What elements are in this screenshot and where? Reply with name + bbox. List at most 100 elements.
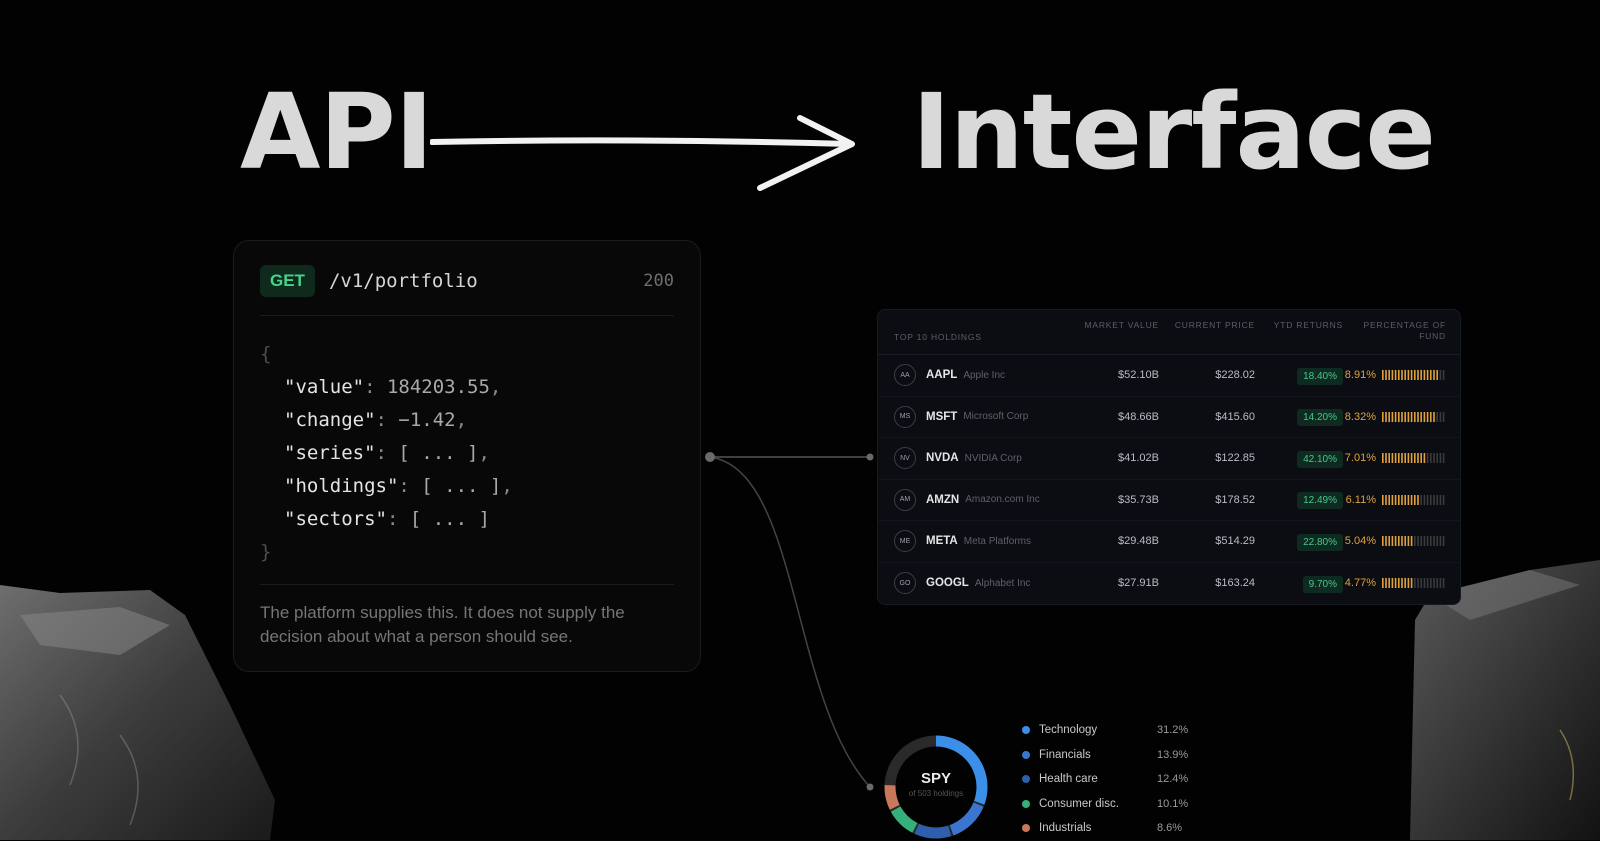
pct-bar-tick-filled — [1385, 494, 1387, 505]
header-current-price: CURRENT PRICE — [1174, 320, 1255, 330]
ticker-symbol: AAPL — [926, 369, 958, 382]
pct-of-fund: 7.01% — [1344, 452, 1376, 465]
json-punctuation: , — [501, 475, 513, 497]
api-response-card: GET /v1/portfolio 200 { "value": 184203.… — [233, 240, 701, 672]
pct-bar-tick-empty — [1439, 411, 1442, 422]
company-name: Amazon.com Inc — [965, 494, 1040, 506]
pct-bar-tick-filled — [1401, 578, 1403, 589]
pct-of-fund: 6.11% — [1345, 493, 1376, 506]
table-row[interactable]: AM AMZN Amazon.com Inc $35.73B $178.52 12.49%… — [878, 480, 1460, 521]
pct-bar-tick-filled — [1391, 411, 1394, 422]
pct-bar-tick-filled — [1398, 578, 1400, 589]
pct-bar-tick-empty — [1426, 453, 1429, 464]
pct-bar-tick-filled — [1426, 411, 1429, 422]
holding-name-cell: GO GOOGL Alphabet Inc — [894, 572, 1066, 595]
pct-bar-tick-filled — [1410, 411, 1413, 422]
json-open-brace: { — [260, 343, 272, 365]
pct-bar-tick-filled — [1410, 453, 1413, 464]
table-row[interactable]: ME META Meta Platforms $29.48B $514.29 22.80%… — [878, 521, 1460, 563]
pct-bar-tick-empty — [1414, 536, 1416, 547]
pct-bar — [1382, 578, 1445, 589]
pct-bar-tick-filled — [1407, 494, 1410, 505]
pct-bar-tick-empty — [1439, 494, 1442, 505]
pct-bar-tick-filled — [1401, 370, 1403, 381]
json-body: { "value": 184203.55, "change": −1.42, "se… — [260, 338, 674, 569]
pct-bar-tick-empty — [1439, 370, 1442, 381]
pct-cell: 5.04% — [1343, 535, 1446, 547]
pct-bar-tick-filled — [1401, 536, 1403, 547]
ticker-symbol: META — [926, 535, 958, 548]
pct-bar-tick-filled — [1433, 411, 1435, 422]
json-line: "value": 184203.55, — [260, 371, 674, 404]
api-request-header: GET /v1/portfolio 200 — [260, 263, 674, 316]
pct-bar-tick-empty — [1439, 453, 1442, 464]
pct-bar-tick-filled — [1410, 536, 1413, 547]
table-row[interactable]: NV NVDA NVIDIA Corp $41.02B $122.85 42.10% 7.0… — [878, 438, 1460, 480]
legend-label: Industrials — [1039, 822, 1092, 835]
ticker-symbol: MSFT — [926, 410, 958, 423]
pct-bar-tick-empty — [1430, 494, 1432, 505]
donut-center-label: SPY of 503 holdings — [882, 770, 990, 798]
pct-bar-tick-filled — [1417, 370, 1419, 381]
pct-bar-tick-filled — [1398, 453, 1400, 464]
pct-of-fund: 8.32% — [1344, 410, 1376, 423]
pct-bar-tick-filled — [1391, 536, 1394, 547]
pct-bar-tick-empty — [1433, 578, 1435, 589]
pct-bar-tick-filled — [1420, 411, 1422, 422]
current-price: $163.24 — [1215, 577, 1255, 590]
pct-bar-tick-filled — [1407, 411, 1410, 422]
json-punctuation: : — [375, 442, 399, 464]
pct-bar-tick-filled — [1385, 453, 1387, 464]
table-row[interactable]: AA AAPL Apple Inc $52.10B $228.02 18.40% 8.91% — [878, 355, 1460, 397]
json-punctuation: , — [489, 376, 502, 398]
pct-bar-tick-filled — [1382, 370, 1384, 381]
pct-bar-tick-filled — [1382, 536, 1384, 547]
header-market-value: MARKET VALUE — [1084, 320, 1159, 330]
market-value: $29.48B — [1118, 535, 1159, 548]
pct-bar-tick-empty — [1433, 536, 1435, 547]
json-punctuation: : — [386, 508, 410, 530]
pct-bar-tick-filled — [1391, 578, 1394, 589]
holdings-table: TOP 10 HOLDINGS MARKET VALUE CURRENT PRI… — [877, 309, 1461, 605]
company-name: Microsoft Corp — [963, 411, 1029, 423]
legend-dot — [1022, 824, 1030, 833]
pct-bar-tick-empty — [1426, 536, 1429, 547]
pct-bar-tick-empty — [1442, 411, 1445, 422]
pct-bar-tick-empty — [1423, 578, 1426, 589]
pct-bar-tick-filled — [1404, 578, 1406, 589]
json-value: 184203.55 — [386, 376, 490, 398]
pct-bar — [1382, 453, 1445, 464]
table-row[interactable]: MS MSFT Microsoft Corp $48.66B $415.60 14.20%… — [878, 397, 1460, 438]
pct-bar-tick-filled — [1391, 370, 1394, 381]
pct-bar-tick-filled — [1414, 453, 1416, 464]
json-line: "change": −1.42, — [260, 404, 674, 437]
legend-value: 8.6% — [1157, 822, 1183, 835]
ticker-symbol: AMZN — [926, 493, 960, 506]
pct-bar-tick-filled — [1404, 494, 1406, 505]
json-key: "value" — [284, 376, 365, 398]
pct-cell: 6.11% — [1343, 494, 1446, 506]
pct-bar-tick-empty — [1436, 411, 1438, 422]
donut-subtitle: of 503 holdings — [908, 789, 964, 798]
table-body: AA AAPL Apple Inc $52.10B $228.02 18.40% 8.91%… — [878, 355, 1460, 604]
table-row[interactable]: GO GOOGL Alphabet Inc $27.91B $163.24 9.70% 4.… — [878, 563, 1460, 605]
pct-bar-tick-empty — [1423, 494, 1426, 505]
ytd-badge: 18.40% — [1297, 367, 1343, 385]
pct-wrap: 6.11% — [1343, 494, 1446, 506]
pct-bar-tick-filled — [1407, 453, 1410, 464]
pct-bar-tick-filled — [1401, 411, 1403, 422]
holding-name-cell: AM AMZN Amazon.com Inc — [894, 488, 1066, 511]
ticker-symbol: GOOGL — [926, 577, 969, 590]
pct-bar-tick-filled — [1417, 453, 1419, 464]
pct-bar-tick-filled — [1394, 453, 1397, 464]
ytd-badge: 22.80% — [1297, 533, 1343, 551]
ytd-badge: 12.49% — [1297, 492, 1343, 510]
pct-bar-tick-filled — [1385, 536, 1387, 547]
pct-wrap: 8.32% — [1343, 411, 1446, 423]
pct-bar-tick-empty — [1442, 453, 1445, 464]
pct-wrap: 8.91% — [1343, 369, 1446, 381]
pct-bar-tick-filled — [1433, 370, 1435, 381]
json-line: "sectors": [ ... ] — [260, 503, 674, 536]
pct-bar-tick-empty — [1420, 536, 1422, 547]
legend-label: Technology — [1039, 724, 1098, 737]
